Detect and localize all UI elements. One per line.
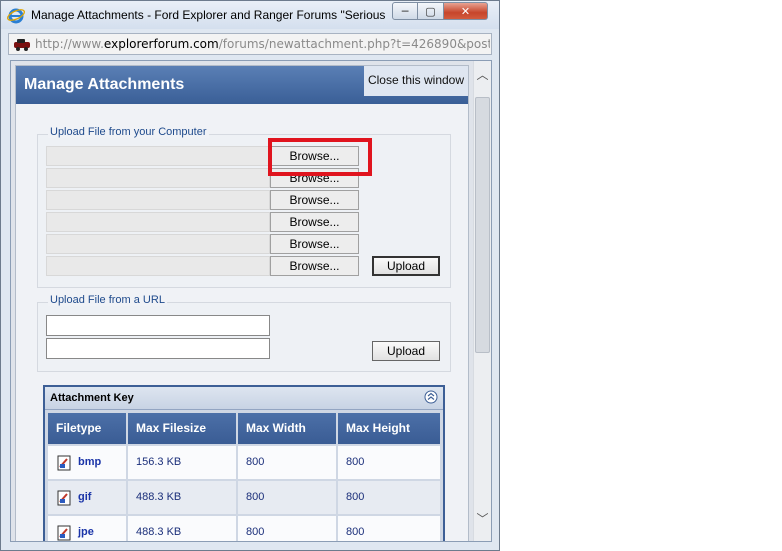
scroll-up-icon[interactable]: ︿ xyxy=(474,65,491,83)
table-row: bmp xyxy=(48,446,126,479)
browser-window: Manage Attachments - Ford Explorer and R… xyxy=(0,0,500,551)
scroll-thumb[interactable] xyxy=(475,97,490,353)
page-title: Manage Attachments xyxy=(24,76,185,93)
url-input-2[interactable] xyxy=(46,338,270,359)
width-cell: 800 xyxy=(238,446,336,479)
content-area: Manage Attachments Close this window Upl… xyxy=(10,60,492,542)
upload-computer-button[interactable]: Upload xyxy=(372,256,440,276)
maximize-button[interactable]: ▢ xyxy=(418,2,444,20)
panel-header: Manage Attachments Close this window xyxy=(16,66,468,104)
upload-url-fieldset xyxy=(37,302,451,372)
scroll-down-icon[interactable]: ﹀ xyxy=(474,509,491,527)
address-bar[interactable]: http://www.explorerforum.com/forums/newa… xyxy=(8,33,492,55)
browse-button[interactable]: Browse... xyxy=(270,168,359,188)
browse-button[interactable]: Browse... xyxy=(270,256,359,276)
table-row: gif xyxy=(48,481,126,514)
width-cell: 800 xyxy=(238,516,336,541)
attachment-panel: Manage Attachments Close this window Upl… xyxy=(15,65,469,541)
close-button[interactable]: ✕ xyxy=(444,2,488,20)
filesize-cell: 156.3 KB xyxy=(128,446,236,479)
column-header-max-filesize: Max Filesize xyxy=(128,413,236,444)
column-header-max-width: Max Width xyxy=(238,413,336,444)
file-path-field[interactable] xyxy=(46,256,270,276)
column-header-max-height: Max Height xyxy=(338,413,440,444)
url-host: explorerforum.com xyxy=(103,37,219,51)
site-favicon-icon xyxy=(14,39,30,51)
browse-button[interactable]: Browse... xyxy=(270,146,359,166)
column-header-filetype: Filetype xyxy=(48,413,126,444)
upload-url-button[interactable]: Upload xyxy=(372,341,440,361)
browse-button[interactable]: Browse... xyxy=(270,190,359,210)
attachment-key-title: Attachment Key xyxy=(50,392,134,404)
height-cell: 800 xyxy=(338,481,440,514)
browse-button[interactable]: Browse... xyxy=(270,212,359,232)
upload-url-legend: Upload File from a URL xyxy=(48,294,167,306)
file-path-field[interactable] xyxy=(46,168,270,188)
filetype-name: bmp xyxy=(78,456,102,468)
file-type-icon xyxy=(57,525,71,541)
title-bar: Manage Attachments - Ford Explorer and R… xyxy=(1,1,499,29)
height-cell: 800 xyxy=(338,446,440,479)
width-cell: 800 xyxy=(238,481,336,514)
collapse-icon[interactable] xyxy=(424,390,438,404)
filesize-cell: 488.3 KB xyxy=(128,481,236,514)
window-title: Manage Attachments - Ford Explorer and R… xyxy=(31,8,386,22)
url-path: /forums/newattachment.php?t=426890&posts… xyxy=(218,37,490,51)
url-scheme: http://www. xyxy=(35,37,104,51)
table-row: jpe xyxy=(48,516,126,541)
file-path-field[interactable] xyxy=(46,212,270,232)
upload-computer-legend: Upload File from your Computer xyxy=(48,126,209,138)
height-cell: 800 xyxy=(338,516,440,541)
internet-explorer-icon xyxy=(7,8,25,24)
page: Manage Attachments Close this window Upl… xyxy=(11,61,473,541)
file-type-icon xyxy=(57,490,71,506)
attachment-key-table: Attachment Key Filetype Max Filesize Max… xyxy=(43,385,445,541)
filesize-cell: 488.3 KB xyxy=(128,516,236,541)
url-text: http://www.explorerforum.com/forums/newa… xyxy=(35,37,490,51)
filetype-name: gif xyxy=(78,491,92,503)
file-type-icon xyxy=(57,455,71,471)
file-path-field[interactable] xyxy=(46,146,270,166)
close-window-link[interactable]: Close this window xyxy=(364,66,468,96)
browse-button[interactable]: Browse... xyxy=(270,234,359,254)
file-path-field[interactable] xyxy=(46,234,270,254)
minimize-button[interactable]: ─ xyxy=(392,2,418,20)
window-controls: ─ ▢ ✕ xyxy=(392,2,488,20)
filetype-name: jpe xyxy=(78,526,94,538)
attachment-key-header: Attachment Key xyxy=(45,387,443,410)
vertical-scrollbar[interactable]: ︿ ﹀ xyxy=(473,61,491,541)
url-input-1[interactable] xyxy=(46,315,270,336)
file-path-field[interactable] xyxy=(46,190,270,210)
